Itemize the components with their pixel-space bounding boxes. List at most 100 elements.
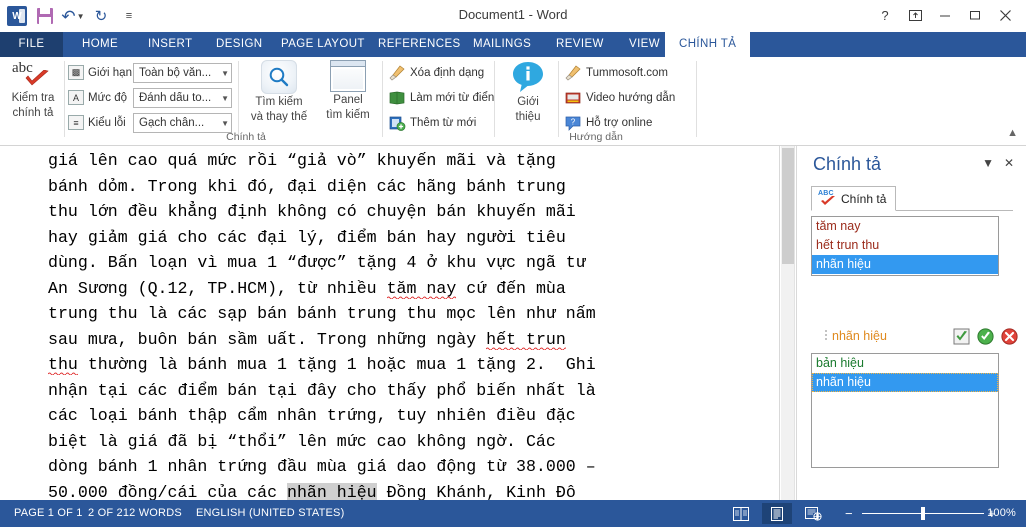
search-icon [261,60,297,94]
info-icon [511,60,545,94]
refresh-dictionary-command[interactable]: Làm mới từ điển [388,90,494,106]
language-indicator[interactable]: ENGLISH (UNITED STATES) [196,507,344,519]
error-list-item[interactable]: hết trun thu [812,236,998,255]
online-support-command[interactable]: ? Hỗ trợ online [564,115,652,131]
zoom-slider-thumb[interactable] [921,507,925,520]
add-new-word-command[interactable]: Thêm từ mới [388,115,476,131]
document-text[interactable]: giá lên cao quá mức rồi “giả vò” khuyến … [48,148,748,500]
text-run: dòng bánh 1 nhân trứng đầu mùa giá dao đ… [48,457,596,476]
pane-close-icon[interactable]: ✕ [1004,156,1014,170]
action-buttons [953,327,1018,345]
red-check-small-glyph [821,195,835,205]
page-indicator[interactable]: PAGE 1 OF 1 [14,507,83,519]
accept-button[interactable] [977,327,994,345]
tab-file[interactable]: FILE [0,32,63,57]
help-icon[interactable]: ? [870,3,900,27]
about-button[interactable]: Giới thiệu [500,60,556,128]
spelling-error-text[interactable]: tăm nay [386,278,457,299]
find-replace-button[interactable]: Tìm kiếm và thay thế [242,60,316,128]
level-combo[interactable]: Đánh dấu to... ▼ [133,88,232,108]
maximize-glyph [970,11,980,20]
error-style-row[interactable]: ≡ Kiểu lỗi [68,115,126,130]
pane-tab-strip: ABC Chính tả [811,186,1013,211]
error-list-item[interactable]: tăm nay [812,217,998,236]
zoom-level[interactable]: 100% [987,507,1016,519]
add-book-icon [389,116,406,131]
scrollbar-thumb[interactable] [782,148,794,264]
reject-button[interactable] [1001,327,1018,345]
pane-options-icon[interactable]: ▼ [982,156,994,170]
document-line: nhận tại các điểm bán tại đây cho thấy p… [48,378,748,404]
suggestion-listbox[interactable]: bản hiệu nhãn hiệu [811,353,999,468]
error-listbox[interactable]: tăm nay hết trun thu nhãn hiệu [811,216,999,276]
error-style-combo[interactable]: Gạch chân... ▼ [133,113,232,133]
chevron-down-icon[interactable]: ▼ [217,119,229,128]
ribbon: abc Kiểm tra chính tả ▩ Giới hạn Toàn bộ… [0,57,1026,146]
find-replace-label-2: và thay thế [250,111,308,123]
text-run: Đồng Khánh, Kinh Đô [376,482,576,501]
document-line: hay giảm giá cho các đại lý, điểm bán ha… [48,225,748,251]
help-glyph: ? [881,7,889,23]
word-count[interactable]: 2 OF 212 WORDS [88,507,182,519]
check-spelling-button[interactable]: abc Kiểm tra chính tả [2,60,64,128]
minimize-icon[interactable] [930,3,960,27]
spelling-error-text[interactable]: thu [48,355,78,375]
tab-review[interactable]: REVIEW [542,32,618,57]
zoom-out-button[interactable]: − [845,506,853,521]
limit-combo[interactable]: Toàn bộ văn... ▼ [133,63,232,83]
read-mode-view-button[interactable] [726,503,756,524]
chevron-down-icon[interactable]: ▼ [217,69,229,78]
current-word-label: nhãn hiệu [832,329,887,343]
document-line: An Sương (Q.12, TP.HCM), từ nhiều tăm na… [48,276,748,302]
clear-formatting-command[interactable]: Xóa định dạng [388,65,484,81]
checkbox-check-icon [953,328,970,344]
abc-check-icon: abc [10,60,56,90]
svg-text:?: ? [571,117,576,126]
print-layout-view-button[interactable] [762,503,792,524]
drag-handle-icon[interactable] [822,329,831,343]
about-label-1: Giới [517,96,539,108]
group-divider-5 [558,61,559,137]
error-list-item[interactable]: nhãn hiệu [812,255,998,274]
website-command[interactable]: Tummosoft.com [564,65,668,81]
web-layout-icon [804,506,822,521]
collapse-ribbon-icon[interactable]: ▲ [1007,127,1018,139]
close-glyph [999,9,1011,21]
info-glyph [513,62,543,92]
tab-mailings[interactable]: MAILINGS [459,32,545,57]
close-icon[interactable] [990,3,1020,27]
pane-action-bar: nhãn hiệu [822,326,1018,346]
broom-icon [565,65,581,81]
spelling-task-pane: Chính tả ▼ ✕ ABC Chính tả tăm nay hết tru… [796,146,1026,500]
text-run: bánh dỏm. Trong khi đó, đại diện các hãn… [48,176,566,196]
ribbon-options-glyph [908,9,922,21]
pane-title: Chính tả [813,154,882,174]
selected-spelling-error-text[interactable]: nhãn hiệu [287,482,377,500]
text-run: biệt là giá đã bị “thổi” lên mức cao khô… [48,431,556,451]
suggestion-list-item[interactable]: bản hiệu [812,354,998,373]
check-all-button[interactable] [953,328,970,345]
ribbon-group-guide: Giới thiệu Tummosoft.com Video hướng dẫn [498,57,694,145]
tab-chinh-ta[interactable]: CHÍNH TẢ [665,32,751,57]
magnifier-glyph [269,67,289,87]
document-line: biệt là giá đã bị “thổi” lên mức cao khô… [48,429,748,455]
level-row[interactable]: A Mức độ [68,90,127,105]
video-guide-command[interactable]: Video hướng dẫn [564,90,675,106]
web-layout-view-button[interactable] [798,503,828,524]
maximize-icon[interactable] [960,3,990,27]
spelling-error-text[interactable]: hết trun [486,329,566,350]
document-page[interactable]: giá lên cao quá mức rồi “giả vò” khuyến … [0,146,780,500]
document-scrollbar[interactable] [781,146,795,500]
chevron-down-icon[interactable]: ▼ [217,94,229,103]
tab-design[interactable]: DESIGN [202,32,277,57]
tab-home[interactable]: HOME [68,32,132,57]
limit-row[interactable]: ▩ Giới hạn [68,65,132,80]
search-panel-button[interactable]: Panel tìm kiếm [318,60,378,128]
ribbon-display-options-icon[interactable] [900,3,930,27]
find-replace-label-1: Tìm kiếm [255,96,303,108]
tab-insert[interactable]: INSERT [134,32,206,57]
pane-tab-chinh-ta[interactable]: ABC Chính tả [811,186,897,211]
suggestion-list-item[interactable]: nhãn hiệu [812,373,998,392]
clear-formatting-label: Xóa định dạng [410,67,485,79]
tab-page-layout[interactable]: PAGE LAYOUT [267,32,379,57]
